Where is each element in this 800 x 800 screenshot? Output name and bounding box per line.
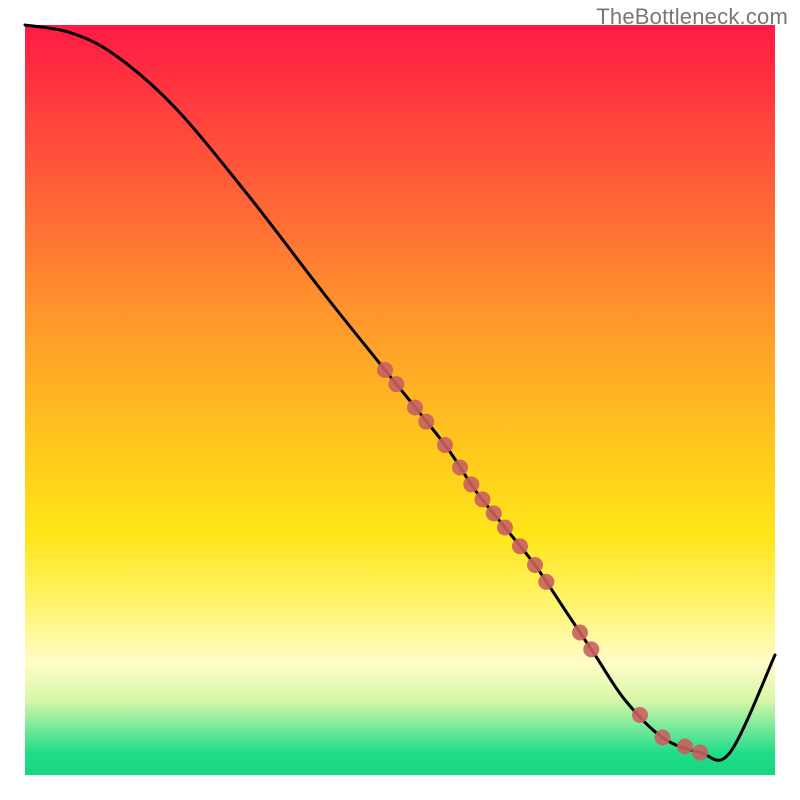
scatter-dot bbox=[512, 538, 528, 554]
scatter-dot bbox=[527, 557, 543, 573]
scatter-dot bbox=[388, 376, 404, 392]
scatter-points bbox=[377, 362, 708, 761]
scatter-dot bbox=[677, 739, 693, 755]
scatter-dot bbox=[497, 520, 513, 536]
scatter-dot bbox=[692, 745, 708, 761]
scatter-dot bbox=[572, 625, 588, 641]
scatter-dot bbox=[583, 641, 599, 657]
scatter-dot bbox=[452, 460, 468, 476]
scatter-dot bbox=[486, 505, 502, 521]
chart-svg bbox=[25, 25, 775, 775]
scatter-dot bbox=[437, 437, 453, 453]
scatter-dot bbox=[538, 574, 554, 590]
scatter-dot bbox=[407, 400, 423, 416]
scatter-dot bbox=[418, 414, 434, 430]
scatter-dot bbox=[655, 730, 671, 746]
plot-area bbox=[25, 25, 775, 775]
watermark-text: TheBottleneck.com bbox=[596, 4, 788, 30]
scatter-dot bbox=[632, 707, 648, 723]
scatter-dot bbox=[463, 476, 479, 492]
chart-container: TheBottleneck.com bbox=[0, 0, 800, 800]
scatter-dot bbox=[475, 491, 491, 507]
bottleneck-curve bbox=[25, 25, 775, 760]
scatter-dot bbox=[377, 362, 393, 378]
